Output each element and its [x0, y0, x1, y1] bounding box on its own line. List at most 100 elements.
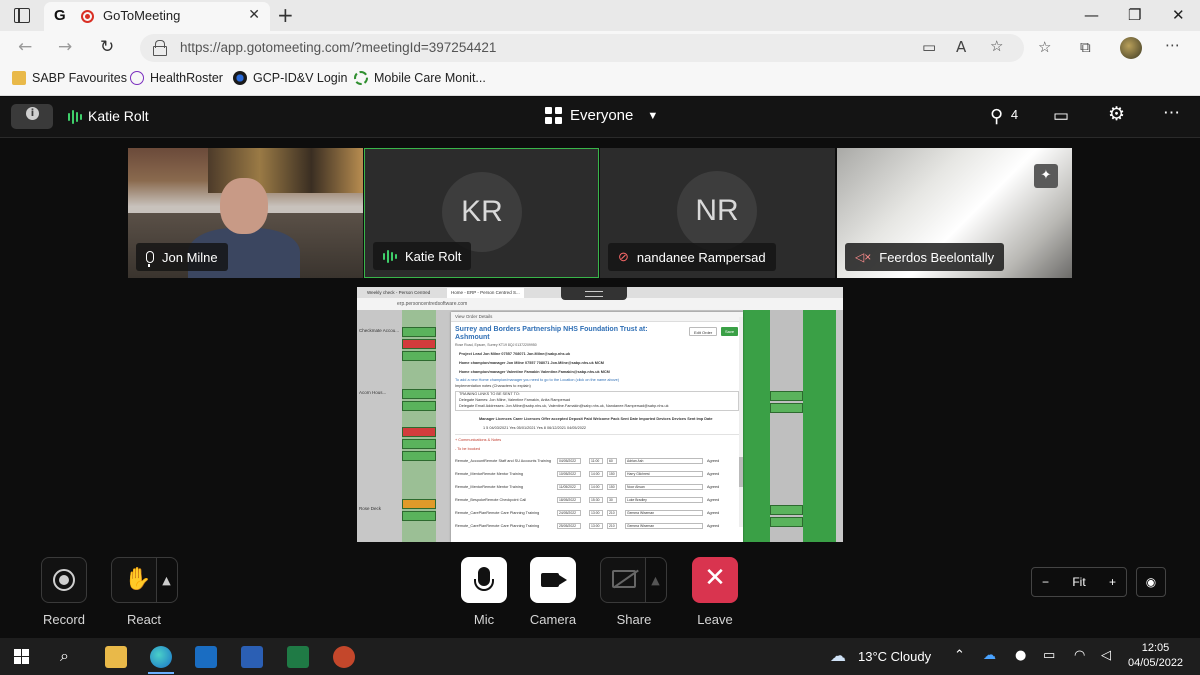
pin-icon[interactable]: ✦	[1034, 164, 1058, 188]
shared-scrollbar	[739, 317, 743, 527]
chevron-up-icon[interactable]: ⌃	[954, 648, 965, 663]
chat-icon[interactable]: ▭	[1053, 106, 1069, 126]
address-bar: ← → ↻ https://app.gotomeeting.com/?meeti…	[0, 31, 1200, 65]
share-options-chevron-up-icon[interactable]: ▲	[645, 557, 667, 603]
clock-time: 12:05	[1141, 642, 1170, 654]
forward-icon[interactable]: →	[58, 37, 72, 57]
mic-muted-icon: ⊘	[618, 249, 629, 264]
battery-icon[interactable]: ▭	[1043, 648, 1055, 663]
react-options-chevron-up-icon[interactable]: ▲	[156, 557, 178, 603]
more-options-icon[interactable]: ⋯	[1163, 103, 1180, 123]
word-icon[interactable]	[241, 646, 263, 668]
avatar: NR	[677, 171, 757, 251]
shared-tab: Weekly check - Person Centred	[367, 290, 431, 295]
refresh-icon[interactable]: ↻	[100, 37, 114, 57]
participant-label: Katie Rolt	[373, 242, 472, 270]
share-label: Share	[616, 612, 652, 627]
back-icon[interactable]: ←	[18, 37, 32, 57]
leave-label: Leave	[697, 612, 733, 627]
profile-avatar[interactable]	[1120, 37, 1142, 59]
microphone-icon	[474, 567, 494, 591]
bookmark-healthroster[interactable]: HealthRoster	[130, 71, 223, 85]
restore-icon[interactable]: ❐	[1128, 6, 1141, 24]
system-clock[interactable]: 12:05 04/05/2022	[1128, 641, 1183, 671]
mic-button[interactable]	[461, 557, 507, 603]
search-icon[interactable]: ⌕	[60, 646, 69, 666]
zoom-out-button[interactable]: −	[1042, 575, 1049, 589]
tab-actions-icon[interactable]	[14, 8, 30, 23]
participant-tile-feerdos-beelontally[interactable]: ✦ ◁× Feerdos Beelontally	[837, 148, 1072, 278]
booking-row: Remote_CarePlanRemote Care Planning Trai…	[455, 523, 720, 529]
bookmark-sabp-favourites[interactable]: SABP Favourites	[12, 71, 127, 85]
react-button[interactable]: ✋	[111, 557, 157, 603]
recording-indicator-icon	[81, 10, 94, 23]
meeting-header: Katie Rolt Everyone ▼ ⚲ 4 ▭ ⚙ ⋯	[0, 97, 1200, 138]
speaking-indicator-icon	[383, 249, 397, 263]
leave-button[interactable]: ✕	[692, 557, 738, 603]
favorite-star-icon[interactable]: ☆	[990, 37, 1003, 55]
close-tab-icon[interactable]: ✕	[248, 7, 260, 23]
outlook-icon[interactable]	[195, 646, 217, 668]
active-speaker-name: Katie Rolt	[88, 108, 149, 124]
share-button[interactable]	[600, 557, 646, 603]
booking-row: Remote_MentorRemote Mentor Training 11/0…	[455, 484, 720, 490]
read-aloud-icon[interactable]: A	[956, 38, 966, 56]
folder-icon	[12, 71, 26, 85]
windows-start-icon[interactable]	[14, 649, 29, 664]
grid-view-icon	[545, 107, 562, 124]
collections-icon[interactable]: ⧉	[1080, 38, 1091, 56]
speaker-off-icon: ◁×	[855, 250, 872, 264]
browser-tab-gotomeeting[interactable]: G GoToMeeting ✕	[44, 2, 270, 31]
screen-share-drag-handle[interactable]	[561, 287, 627, 300]
favorites-icon[interactable]: ☆	[1038, 38, 1051, 56]
participant-tile-katie-rolt[interactable]: KR Katie Rolt	[364, 148, 599, 278]
participant-label: ⊘ nandanee Rampersad	[608, 243, 776, 271]
booking-row: Remote_CarePlanRemote Care Planning Trai…	[455, 510, 720, 516]
booking-row: Remote_MentorRemote Mentor Training 10/0…	[455, 471, 720, 477]
order-details-modal: View Order Details Surrey and Borders Pa…	[451, 312, 743, 542]
bookmark-gcp-login[interactable]: GCP-ID&V Login	[233, 71, 347, 85]
camera-permission-icon[interactable]: ▭	[922, 38, 936, 56]
volume-icon[interactable]: ◁	[1101, 648, 1111, 663]
url-field[interactable]: https://app.gotomeeting.com/?meetingId=3…	[140, 34, 1024, 62]
record-button[interactable]	[41, 557, 87, 603]
participant-tile-jon-milne[interactable]: Jon Milne	[128, 148, 363, 278]
google-favicon-icon: G	[54, 7, 66, 24]
healthroster-icon	[130, 71, 144, 85]
zoom-level[interactable]: Fit	[1072, 575, 1085, 589]
microphone-tray-icon[interactable]: ●	[1015, 648, 1026, 663]
info-icon[interactable]	[11, 104, 53, 129]
minimize-icon[interactable]: —	[1084, 6, 1099, 24]
more-menu-icon[interactable]: ⋯	[1165, 36, 1180, 54]
mic-label: Mic	[473, 612, 495, 627]
attendees-button[interactable]: ⚲ 4	[990, 106, 1018, 127]
weather-text[interactable]: 13°C Cloudy	[858, 649, 931, 664]
browser-tab-bar: G GoToMeeting ✕ + — ❐ ✕	[0, 0, 1200, 31]
snapshot-camera-icon[interactable]: ◉	[1136, 567, 1166, 597]
powerpoint-icon[interactable]	[333, 646, 355, 668]
wifi-icon[interactable]: ◠	[1074, 648, 1085, 663]
camera-button[interactable]	[530, 557, 576, 603]
lock-icon[interactable]	[153, 40, 167, 56]
onedrive-icon[interactable]: ☁	[983, 648, 996, 663]
file-explorer-icon[interactable]	[105, 646, 127, 668]
react-label: React	[127, 612, 161, 627]
settings-gear-icon[interactable]: ⚙	[1108, 103, 1125, 126]
new-tab-icon[interactable]: +	[277, 3, 294, 27]
mobile-care-icon	[354, 71, 368, 85]
view-selector[interactable]: Everyone ▼	[545, 107, 658, 124]
save-button: Save	[721, 327, 739, 336]
raise-hand-icon: ✋	[124, 567, 152, 592]
url-text: https://app.gotomeeting.com/?meetingId=3…	[180, 40, 497, 55]
participant-tile-nandanee-rampersad[interactable]: NR ⊘ nandanee Rampersad	[600, 148, 835, 278]
close-icon: ✕	[704, 563, 726, 593]
zoom-in-button[interactable]: +	[1109, 575, 1116, 589]
close-window-icon[interactable]: ✕	[1172, 6, 1185, 24]
excel-icon[interactable]	[287, 646, 309, 668]
tab-title: GoToMeeting	[103, 8, 181, 23]
bookmark-mobile-care[interactable]: Mobile Care Monit...	[354, 71, 486, 85]
participant-label: ◁× Feerdos Beelontally	[845, 243, 1005, 271]
edge-browser-icon[interactable]	[150, 646, 172, 668]
cloud-weather-icon: ☁	[830, 646, 846, 665]
shared-screen: Weekly check - Person Centred Home - ERP…	[357, 287, 843, 542]
